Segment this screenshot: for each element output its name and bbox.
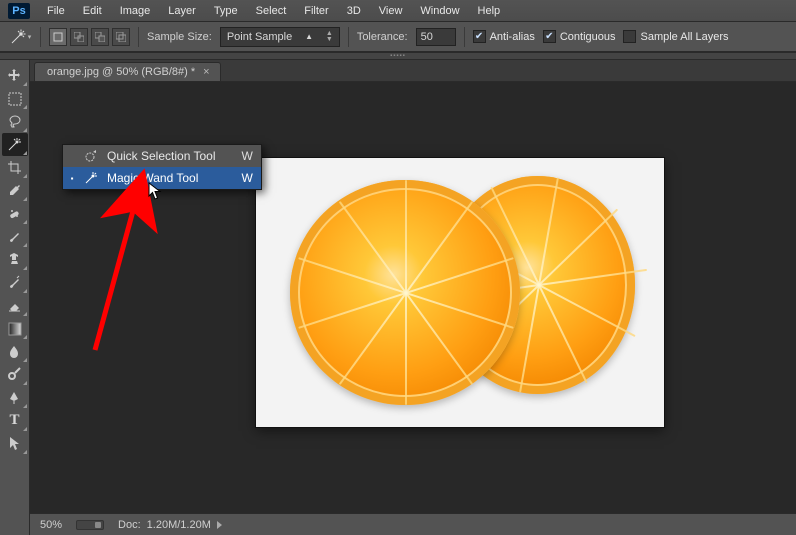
flyout-item-quick-selection[interactable]: Quick Selection Tool W <box>63 145 261 167</box>
divider <box>40 27 41 47</box>
document-area: orange.jpg @ 50% (RGB/8#) * × <box>30 60 796 535</box>
blur-tool[interactable] <box>2 340 28 363</box>
wand-icon <box>83 170 99 186</box>
eraser-tool[interactable] <box>2 294 28 317</box>
type-tool[interactable]: T <box>2 409 28 432</box>
selection-add-button[interactable] <box>70 28 88 46</box>
flyout-shortcut: W <box>224 171 253 185</box>
chevron-right-icon[interactable] <box>217 521 222 529</box>
menu-filter[interactable]: Filter <box>297 3 335 19</box>
brush-tool[interactable] <box>2 225 28 248</box>
divider <box>348 27 349 47</box>
panel-drag-handle[interactable]: ▪▪▪▪▪ <box>0 52 796 60</box>
lasso-tool[interactable] <box>2 110 28 133</box>
menu-select[interactable]: Select <box>249 3 294 19</box>
menu-type[interactable]: Type <box>207 3 245 19</box>
sample-all-layers-checkbox[interactable]: Sample All Layers <box>623 30 728 43</box>
eyedropper-tool[interactable] <box>2 179 28 202</box>
magic-wand-tool[interactable] <box>2 133 28 156</box>
tool-flyout-menu: Quick Selection Tool W ▪ Magic Wand Tool… <box>62 144 262 190</box>
doc-size-label: Doc: <box>118 519 141 531</box>
menu-window[interactable]: Window <box>413 3 466 19</box>
divider <box>138 27 139 47</box>
menu-3d[interactable]: 3D <box>340 3 368 19</box>
selection-intersect-button[interactable] <box>112 28 130 46</box>
clone-stamp-tool[interactable] <box>2 248 28 271</box>
sample-size-value: Point Sample <box>227 31 292 43</box>
menu-view[interactable]: View <box>372 3 410 19</box>
zoom-value[interactable]: 50% <box>40 519 62 531</box>
menu-help[interactable]: Help <box>471 3 508 19</box>
healing-brush-tool[interactable] <box>2 202 28 225</box>
gradient-tool[interactable] <box>2 317 28 340</box>
selection-mode-group <box>49 28 130 46</box>
document-tabs: orange.jpg @ 50% (RGB/8#) * × <box>30 60 796 82</box>
menu-edit[interactable]: Edit <box>76 3 109 19</box>
wand-icon[interactable]: ▾ <box>8 25 32 49</box>
move-tool[interactable] <box>2 64 28 87</box>
chevron-down-icon: ▲ <box>305 32 313 41</box>
history-brush-tool[interactable] <box>2 271 28 294</box>
flyout-item-magic-wand[interactable]: ▪ Magic Wand Tool W <box>63 167 261 189</box>
quick-selection-icon <box>83 148 99 164</box>
doc-size-value: 1.20M/1.20M <box>147 519 211 531</box>
flyout-label: Quick Selection Tool <box>107 149 216 163</box>
menu-layer[interactable]: Layer <box>161 3 203 19</box>
path-selection-tool[interactable] <box>2 432 28 455</box>
sample-size-label: Sample Size: <box>147 31 212 43</box>
document-tab-title: orange.jpg @ 50% (RGB/8#) * <box>47 66 195 78</box>
anti-alias-checkbox[interactable]: ✔Anti-alias <box>473 30 535 43</box>
selection-new-button[interactable] <box>49 28 67 46</box>
menu-bar: Ps File Edit Image Layer Type Select Fil… <box>0 0 796 22</box>
close-icon[interactable]: × <box>203 66 209 78</box>
flyout-marker: ▪ <box>69 174 75 183</box>
zoom-slider[interactable] <box>76 520 104 530</box>
app-logo: Ps <box>8 3 30 19</box>
divider <box>464 27 465 47</box>
sample-size-select[interactable]: Point Sample ▲ ▲▼ <box>220 27 340 47</box>
document-tab[interactable]: orange.jpg @ 50% (RGB/8#) * × <box>34 62 221 81</box>
menu-image[interactable]: Image <box>113 3 158 19</box>
flyout-label: Magic Wand Tool <box>107 171 198 185</box>
selection-subtract-button[interactable] <box>91 28 109 46</box>
crop-tool[interactable] <box>2 156 28 179</box>
tolerance-input[interactable] <box>416 28 456 46</box>
contiguous-checkbox[interactable]: ✔Contiguous <box>543 30 616 43</box>
options-bar: ▾ Sample Size: Point Sample ▲ ▲▼ Toleran… <box>0 22 796 52</box>
anti-alias-label: Anti-alias <box>490 31 535 43</box>
document-image <box>270 170 650 415</box>
pen-tool[interactable] <box>2 386 28 409</box>
dodge-tool[interactable] <box>2 363 28 386</box>
status-bar: 50% Doc: 1.20M/1.20M <box>30 513 796 535</box>
tolerance-label: Tolerance: <box>357 31 408 43</box>
marquee-tool[interactable] <box>2 87 28 110</box>
sample-all-label: Sample All Layers <box>640 31 728 43</box>
toolbox: T <box>0 60 30 535</box>
contiguous-label: Contiguous <box>560 31 616 43</box>
menu-file[interactable]: File <box>40 3 72 19</box>
artboard <box>256 158 664 427</box>
flyout-shortcut: W <box>224 149 253 163</box>
